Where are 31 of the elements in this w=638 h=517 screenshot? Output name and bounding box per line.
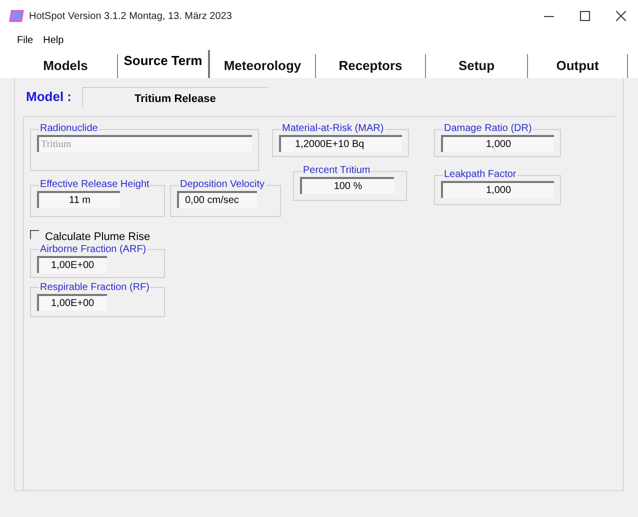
app-icon	[9, 9, 25, 23]
tab[interactable]: Receptors	[316, 54, 426, 78]
group-label: Deposition Velocity	[179, 179, 266, 191]
group-label: Radionuclide	[39, 123, 99, 135]
group-label: Effective Release Height	[39, 179, 150, 191]
close-icon[interactable]	[616, 11, 626, 21]
maximize-icon[interactable]	[580, 11, 590, 21]
menu-item[interactable]: File	[17, 32, 34, 48]
checkbox-label: Calculate Plume Rise	[45, 230, 150, 244]
text-field[interactable]: 0,00 cm/sec	[177, 191, 257, 208]
group-label: Damage Ratio (DR)	[443, 123, 533, 135]
tab[interactable]: Output	[528, 54, 628, 78]
menu-item[interactable]: Help	[43, 32, 64, 48]
model-field: Tritium Release	[82, 87, 268, 107]
tab[interactable]: Setup	[426, 54, 528, 78]
group-label: Respirable Fraction (RF)	[39, 282, 150, 294]
text-field[interactable]: 1,00E+00	[37, 294, 107, 310]
group-label: Leakpath Factor	[443, 169, 518, 181]
group-label: Material-at-Risk (MAR)	[281, 123, 385, 135]
text-field[interactable]: 1,00E+00	[37, 256, 107, 272]
text-field[interactable]: 1,000	[441, 135, 554, 152]
tab[interactable]: Meteorology	[210, 54, 316, 78]
window-title: HotSpot Version 3.1.2 Montag, 13. März 2023	[29, 10, 232, 24]
group-label: Percent Tritium	[302, 165, 372, 177]
model-label: Model :	[26, 88, 72, 106]
text-field[interactable]: 100 %	[300, 177, 394, 194]
group-label: Airborne Fraction (ARF)	[39, 244, 148, 256]
text-field[interactable]: 1,2000E+10 Bq	[279, 135, 402, 152]
checkbox[interactable]	[30, 230, 39, 239]
text-field[interactable]: 11 m	[37, 191, 120, 208]
text-field[interactable]: 1,000	[441, 181, 554, 198]
